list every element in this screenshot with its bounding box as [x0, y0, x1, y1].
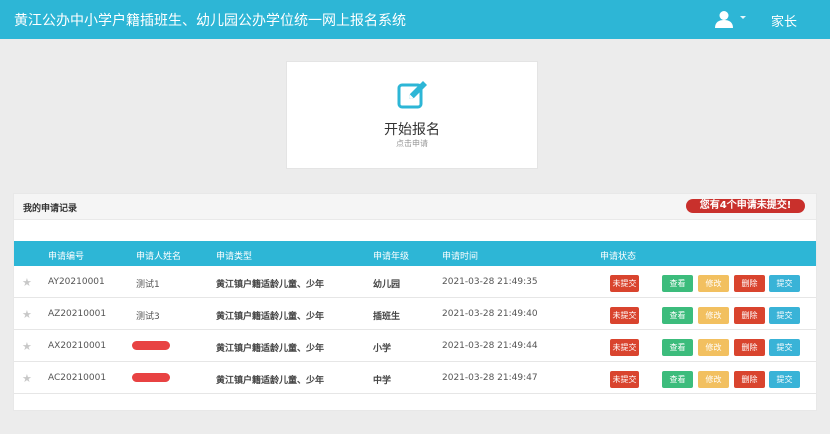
page-title: 黄江公办中小学户籍插班生、幼儿园公办学位统一网上报名系统 — [14, 13, 406, 29]
application-time: 2021-03-28 21:49:40 — [442, 309, 538, 319]
submit-button[interactable]: 提交 — [769, 371, 800, 388]
delete-button[interactable]: 删除 — [734, 339, 765, 356]
edit-button[interactable]: 修改 — [698, 371, 729, 388]
star-icon[interactable]: ★ — [22, 340, 32, 353]
applicant-name: 测试3 — [136, 312, 160, 322]
application-time: 2021-03-28 21:49:35 — [442, 277, 538, 287]
delete-button[interactable]: 删除 — [734, 307, 765, 324]
edit-button[interactable]: 修改 — [698, 275, 729, 292]
application-id: AZ20210001 — [48, 309, 107, 319]
application-time: 2021-03-28 21:49:47 — [442, 373, 538, 383]
records-title: 我的申请记录 — [23, 204, 78, 214]
table-row: ★ AZ20210001 测试3 黄江镇户籍适龄儿童、少年 插班生 2021-0… — [14, 299, 816, 330]
records-panel: 我的申请记录 您有4个申请未提交! 申请编号 申请人姓名 申请类型 申请年级 申… — [13, 193, 817, 411]
view-button[interactable]: 查看 — [662, 307, 693, 324]
table-header: 申请编号 申请人姓名 申请类型 申请年级 申请时间 申请状态 — [14, 241, 816, 266]
application-type: 黄江镇户籍适龄儿童、少年 — [216, 376, 325, 386]
redacted-applicant-name — [132, 373, 170, 382]
table-row: ★ AC20210001 黄江镇户籍适龄儿童、少年 中学 2021-03-28 … — [14, 363, 816, 394]
edit-square-icon — [397, 81, 427, 109]
delete-button[interactable]: 删除 — [734, 371, 765, 388]
status-badge: 未提交 — [610, 339, 639, 356]
submit-button[interactable]: 提交 — [769, 307, 800, 324]
status-badge: 未提交 — [610, 275, 639, 292]
submit-button[interactable]: 提交 — [769, 339, 800, 356]
edit-button[interactable]: 修改 — [698, 339, 729, 356]
application-id: AC20210001 — [48, 373, 107, 383]
application-grade: 插班生 — [373, 312, 401, 322]
application-id: AY20210001 — [48, 277, 105, 287]
application-id: AX20210001 — [48, 341, 107, 351]
table-row: ★ AX20210001 黄江镇户籍适龄儿童、少年 小学 2021-03-28 … — [14, 331, 816, 362]
applicant-name: 测试1 — [136, 280, 160, 290]
application-time: 2021-03-28 21:49:44 — [442, 341, 538, 351]
view-button[interactable]: 查看 — [662, 371, 693, 388]
application-grade: 小学 — [373, 344, 392, 354]
star-icon[interactable]: ★ — [22, 276, 32, 289]
application-type: 黄江镇户籍适龄儿童、少年 — [216, 280, 325, 290]
start-application-hint: 点击申请 — [396, 139, 428, 148]
column-header-name: 申请人姓名 — [136, 252, 182, 262]
start-application-label: 开始报名 — [384, 122, 440, 138]
edit-button[interactable]: 修改 — [698, 307, 729, 324]
column-header-id: 申请编号 — [48, 252, 85, 262]
records-header: 我的申请记录 您有4个申请未提交! — [14, 194, 816, 220]
start-application-card[interactable]: 开始报名 点击申请 — [286, 61, 538, 169]
unsubmitted-notice-badge: 您有4个申请未提交! — [686, 199, 805, 213]
star-icon[interactable]: ★ — [22, 308, 32, 321]
status-badge: 未提交 — [610, 307, 639, 324]
redacted-applicant-name — [132, 341, 170, 350]
submit-button[interactable]: 提交 — [769, 275, 800, 292]
delete-button[interactable]: 删除 — [734, 275, 765, 292]
chevron-down-icon[interactable] — [740, 16, 746, 19]
view-button[interactable]: 查看 — [662, 275, 693, 292]
application-grade: 幼儿园 — [373, 280, 401, 290]
column-header-time: 申请时间 — [442, 252, 479, 262]
view-button[interactable]: 查看 — [662, 339, 693, 356]
application-grade: 中学 — [373, 376, 392, 386]
application-type: 黄江镇户籍适龄儿童、少年 — [216, 344, 325, 354]
column-header-grade: 申请年级 — [373, 252, 410, 262]
application-type: 黄江镇户籍适龄儿童、少年 — [216, 312, 325, 322]
star-icon[interactable]: ★ — [22, 372, 32, 385]
top-bar: 黄江公办中小学户籍插班生、幼儿园公办学位统一网上报名系统 家长 — [0, 0, 830, 39]
user-role-label[interactable]: 家长 — [771, 11, 797, 30]
column-header-type: 申请类型 — [216, 252, 253, 262]
table-row: ★ AY20210001 测试1 黄江镇户籍适龄儿童、少年 幼儿园 2021-0… — [14, 267, 816, 298]
column-header-status: 申请状态 — [600, 252, 637, 262]
user-icon[interactable] — [714, 10, 734, 28]
status-badge: 未提交 — [610, 371, 639, 388]
